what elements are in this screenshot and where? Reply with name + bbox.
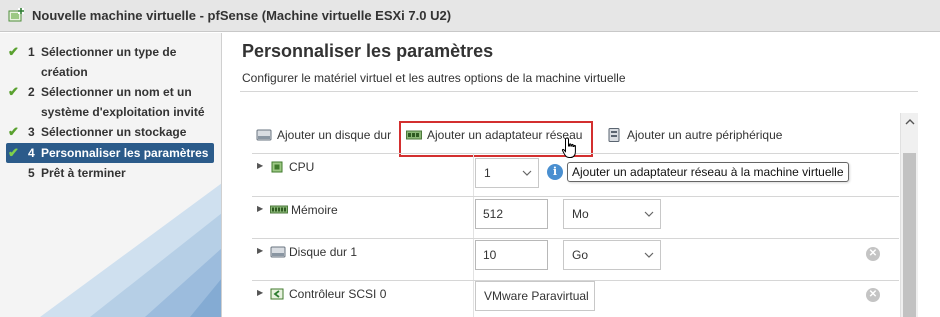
window-titlebar: Nouvelle machine virtuelle - pfSense (Ma… [0,0,940,32]
wizard-steps-sidebar: ✔ 1 Sélectionner un type de création ✔ 2… [0,33,222,317]
scrollbar[interactable] [900,113,918,317]
chevron-down-icon [644,211,654,217]
expand-arrow-icon[interactable]: ▶ [257,288,263,297]
check-icon: ✔ [8,84,19,99]
window-title: Nouvelle machine virtuelle - pfSense (Ma… [32,8,452,23]
expand-arrow-icon[interactable]: ▶ [257,204,263,213]
main-panel: Personnaliser les paramètres Configurer … [223,33,940,317]
info-icon[interactable]: i [547,164,563,180]
disk-size-input[interactable]: 10 [475,240,548,270]
chevron-down-icon [644,252,654,258]
row-label: Disque dur 1 [289,245,358,259]
step-3[interactable]: ✔ 3 Sélectionner un stockage [6,122,214,142]
hard-disk-icon [256,128,272,142]
step-1[interactable]: ✔ 1 Sélectionner un type de création [6,42,214,82]
divider [240,91,918,92]
scrollbar-thumb[interactable] [903,153,916,317]
memory-unit-select[interactable]: Mo [563,199,661,229]
step-4[interactable]: ✔ 4 Personnaliser les paramètres [6,143,214,163]
cpu-count-select[interactable]: 1 [475,158,539,188]
step-label: Personnaliser les paramètres [41,146,209,160]
add-other-device-button[interactable]: Ajouter un autre périphérique [606,128,782,142]
tooltip: Ajouter un adaptateur réseau à la machin… [567,162,849,182]
step-label: Prêt à terminer [41,166,126,180]
check-icon: ✔ [8,124,19,139]
row-label: CPU [289,160,315,174]
page-title: Personnaliser les paramètres [242,41,494,61]
chevron-down-icon [522,170,532,176]
new-vm-icon [8,7,24,24]
hard-disk-icon [270,246,286,258]
memory-size-input[interactable]: 512 [475,199,548,229]
add-hard-disk-button[interactable]: Ajouter un disque dur [256,128,391,142]
cpu-icon [270,161,284,173]
remove-scsi-icon[interactable]: ✕ [866,288,880,302]
expand-arrow-icon[interactable]: ▶ [257,161,263,170]
remove-disk-icon[interactable]: ✕ [866,247,880,261]
step-label: Sélectionner un nom et un système d'expl… [41,85,205,119]
step-label: Sélectionner un stockage [41,125,187,139]
page-subtitle: Configurer le matériel virtuel et les au… [242,71,626,85]
step-2[interactable]: ✔ 2 Sélectionner un nom et un système d'… [6,82,214,122]
network-adapter-icon [406,128,422,142]
check-icon: ✔ [8,44,19,59]
disk-unit-select[interactable]: Go [563,240,661,270]
scsi-controller-select[interactable]: VMware Paravirtual [475,281,595,311]
row-label: Mémoire [291,203,338,217]
add-network-adapter-button[interactable]: Ajouter un adaptateur réseau [406,128,582,142]
scsi-controller-icon [270,288,284,300]
memory-icon [270,204,288,216]
step-5[interactable]: 5 Prêt à terminer [6,163,214,183]
check-icon: ✔ [8,145,19,160]
hand-cursor-icon [561,137,576,158]
scroll-up-icon[interactable] [905,117,915,127]
row-label: Contrôleur SCSI 0 [289,287,387,301]
device-icon [606,128,622,142]
expand-arrow-icon[interactable]: ▶ [257,246,263,255]
step-label: Sélectionner un type de création [41,45,177,79]
